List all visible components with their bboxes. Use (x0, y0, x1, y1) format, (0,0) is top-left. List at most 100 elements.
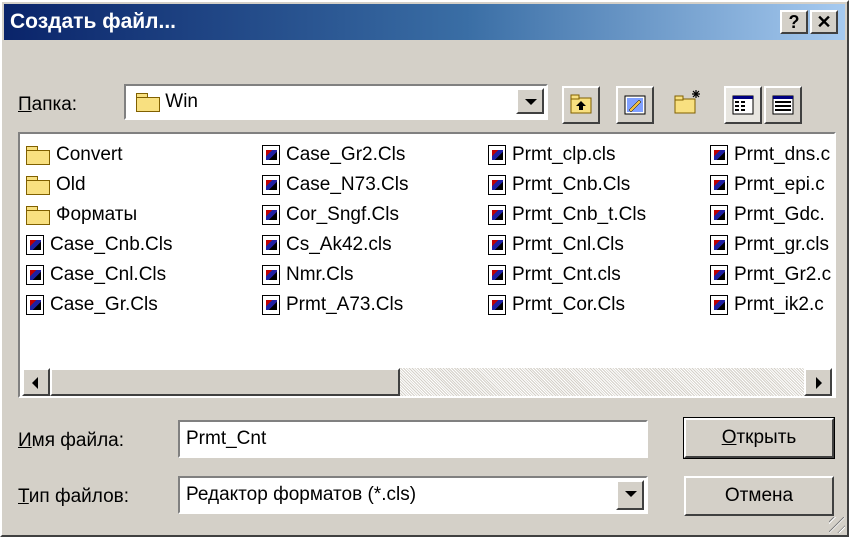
item-name: Case_Cnb.Cls (50, 234, 173, 255)
scroll-right-button[interactable] (804, 368, 832, 396)
list-item[interactable]: Prmt_gr.cls (710, 230, 831, 260)
item-name: Prmt_Cnb.Cls (512, 174, 631, 195)
filename-label-accel: И (18, 430, 32, 451)
title-bar[interactable]: Создать файл... ? ✕ (4, 4, 845, 40)
folder-label-accel: П (18, 94, 32, 115)
filetype-combobox[interactable]: Редактор форматов (*.cls) (178, 476, 648, 514)
cls-file-icon (710, 235, 728, 255)
item-name: Prmt_Cor.Cls (512, 294, 625, 315)
list-item[interactable]: Prmt_clp.cls (488, 140, 646, 170)
folder-combobox[interactable]: Win (124, 84, 548, 120)
list-item[interactable]: Case_Gr2.Cls (262, 140, 409, 170)
item-name: Cs_Ak42.cls (286, 234, 392, 255)
list-item[interactable]: Case_N73.Cls (262, 170, 409, 200)
cls-file-icon (26, 295, 44, 315)
list-item[interactable]: Prmt_Gr2.c (710, 260, 831, 290)
filetype-dropdown-arrow[interactable] (616, 480, 644, 510)
list-item[interactable]: Prmt_Cnb.Cls (488, 170, 646, 200)
cls-file-icon (710, 265, 728, 285)
item-name: Prmt_Gr2.c (734, 264, 832, 285)
cancel-button[interactable]: Отмена (684, 476, 834, 516)
list-view-button[interactable] (724, 86, 762, 124)
create-new-folder-button[interactable] (670, 86, 708, 124)
item-name: Prmt_epi.c (734, 174, 825, 195)
list-item[interactable]: Prmt_Cnl.Cls (488, 230, 646, 260)
list-item[interactable]: Prmt_dns.c (710, 140, 831, 170)
filetype-value: Редактор форматов (*.cls) (186, 484, 417, 505)
current-folder-name: Win (165, 91, 199, 112)
list-item[interactable]: Prmt_Cor.Cls (488, 290, 646, 320)
cls-file-icon (488, 265, 506, 285)
list-item[interactable]: Convert (26, 140, 173, 170)
cls-file-icon (262, 175, 280, 195)
desktop-icon (624, 95, 646, 115)
list-item[interactable]: Old (26, 170, 173, 200)
list-item[interactable]: Nmr.Cls (262, 260, 409, 290)
cls-file-icon (710, 205, 728, 225)
up-one-level-button[interactable] (562, 86, 600, 124)
folder-icon (26, 146, 50, 165)
item-name: Prmt_Cnb_t.Cls (512, 204, 647, 225)
details-view-icon (772, 95, 794, 115)
cls-file-icon (710, 295, 728, 315)
cls-file-icon (488, 295, 506, 315)
folder-icon (136, 93, 160, 112)
item-name: Case_Cnl.Cls (50, 264, 167, 285)
scrollbar-thumb[interactable] (50, 368, 400, 396)
list-item[interactable]: Cor_Sngf.Cls (262, 200, 409, 230)
item-name: Case_Gr.Cls (50, 294, 158, 315)
file-list-column-3: Prmt_clp.cls Prmt_Cnb.Cls Prmt_Cnb_t.Cls… (488, 140, 646, 320)
cls-file-icon (262, 295, 280, 315)
item-name: Prmt_Cnl.Cls (512, 234, 624, 255)
horizontal-scrollbar[interactable] (22, 368, 832, 396)
item-name: Cor_Sngf.Cls (286, 204, 399, 225)
item-name: Prmt_ik2.c (734, 294, 824, 315)
item-name: Prmt_gr.cls (734, 234, 830, 255)
open-button[interactable]: Открыть (683, 417, 835, 459)
file-list-column-2: Case_Gr2.Cls Case_N73.Cls Cor_Sngf.Cls C… (262, 140, 409, 320)
cls-file-icon (488, 205, 506, 225)
folder-combobox-value: Win (136, 91, 198, 113)
help-button[interactable]: ? (780, 10, 808, 34)
list-item[interactable]: Case_Cnl.Cls (26, 260, 173, 290)
list-item[interactable]: Case_Gr.Cls (26, 290, 173, 320)
item-name: Case_N73.Cls (286, 174, 409, 195)
cls-file-icon (262, 265, 280, 285)
cls-file-icon (26, 235, 44, 255)
item-name: Case_Gr2.Cls (286, 144, 406, 165)
list-item[interactable]: Prmt_Cnt.cls (488, 260, 646, 290)
scroll-left-button[interactable] (22, 368, 50, 396)
item-name: Prmt_Cnt.cls (512, 264, 621, 285)
cls-file-icon (262, 235, 280, 255)
filetype-label-accel: Т (18, 486, 29, 507)
cls-file-icon (262, 205, 280, 225)
filename-input[interactable]: Prmt_Cnt (178, 420, 648, 458)
close-button[interactable]: ✕ (810, 10, 838, 34)
list-view-icon (732, 95, 754, 115)
cls-file-icon (262, 145, 280, 165)
folder-label-text: апка: (31, 94, 78, 115)
list-item[interactable]: Prmt_Gdc. (710, 200, 831, 230)
desktop-button[interactable] (616, 86, 654, 124)
item-name: Prmt_A73.Cls (286, 294, 404, 315)
file-list-column-4: Prmt_dns.c Prmt_epi.c Prmt_Gdc. Prmt_gr.… (710, 140, 831, 320)
open-button-label: ткрыть (736, 427, 797, 448)
list-item[interactable]: Cs_Ak42.cls (262, 230, 409, 260)
list-item[interactable]: Форматы (26, 200, 173, 230)
folder-dropdown-arrow[interactable] (516, 88, 544, 114)
list-item[interactable]: Prmt_A73.Cls (262, 290, 409, 320)
folder-icon (26, 176, 50, 195)
item-name: Prmt_clp.cls (512, 144, 616, 165)
file-list[interactable]: Convert Old Форматы Case_Cnb.Cls Case_Cn… (18, 132, 836, 398)
cls-file-icon (488, 145, 506, 165)
list-item[interactable]: Prmt_epi.c (710, 170, 831, 200)
list-item[interactable]: Prmt_Cnb_t.Cls (488, 200, 646, 230)
new-folder-icon (674, 90, 700, 114)
open-button-accel: О (721, 427, 737, 448)
list-item[interactable]: Prmt_ik2.c (710, 290, 831, 320)
filename-value: Prmt_Cnt (186, 428, 267, 449)
resize-grip[interactable] (829, 517, 845, 533)
details-view-button[interactable] (764, 86, 802, 124)
list-item[interactable]: Case_Cnb.Cls (26, 230, 173, 260)
cls-file-icon (710, 175, 728, 195)
